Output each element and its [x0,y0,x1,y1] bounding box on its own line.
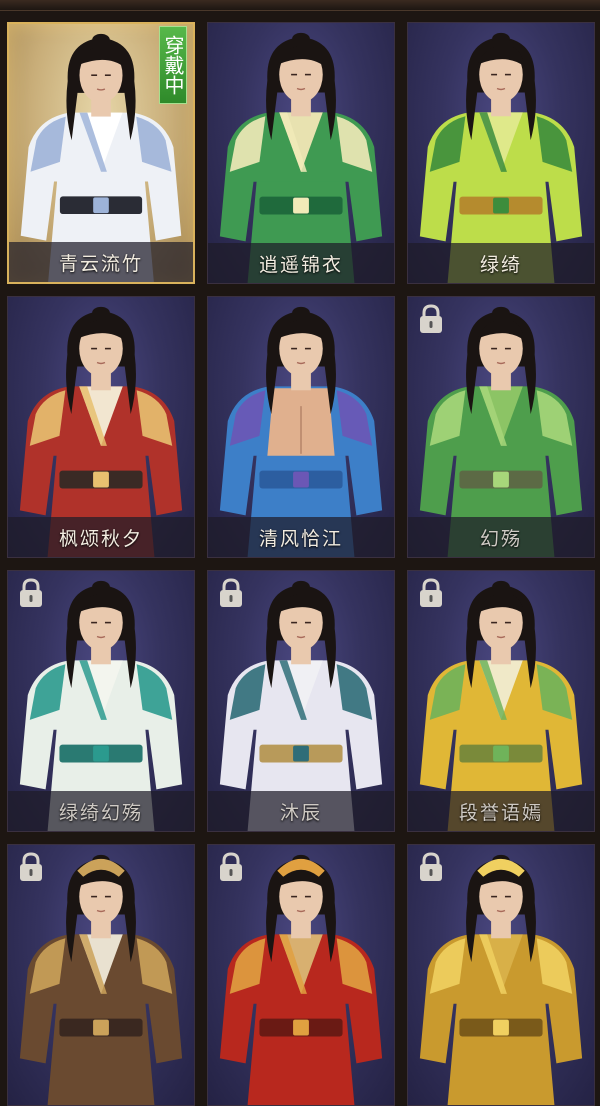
outfit-card[interactable] [207,844,395,1106]
outfit-belt-buckle [293,745,309,762]
outfit-belt-buckle [93,1019,109,1036]
outfit-belt-buckle [293,471,309,488]
lock-icon [220,578,242,607]
outfit-name-bar: 逍遥锦衣 [208,243,394,283]
outfit-belt-buckle [493,1019,509,1036]
outfit-belt-buckle [493,197,509,214]
outfit-belt-buckle [93,471,109,488]
outfit-card[interactable]: 青云流竹 穿戴中 [7,22,195,284]
outfit-robe-lower [47,993,155,1105]
hair-topknot [492,580,510,593]
lock-icon [420,304,442,333]
outfit-card[interactable]: 逍遥锦衣 [207,22,395,284]
character-portrait [19,854,183,1105]
outfit-name: 沐辰 [279,801,322,824]
outfit-belt-buckle [93,197,109,214]
outfit-belt-buckle [493,471,509,488]
outfit-name-bar: 枫颂秋夕 [8,517,194,557]
outfit-card[interactable]: 绿绮幻殇 [7,570,195,832]
hair-topknot [492,32,510,45]
outfit-card[interactable]: 清风恰江 [207,296,395,558]
outfit-name-bar: 清风恰江 [208,517,394,557]
outfit-name-bar: 绿绮 [408,243,594,283]
character-portrait [419,854,583,1105]
outfit-card[interactable]: 沐辰 [207,570,395,832]
outfit-name-bar: 段誉语嫣 [408,791,594,831]
wearing-badge: 穿戴中 [159,26,187,104]
outfit-name: 清风恰江 [258,527,343,550]
outfit-card[interactable] [7,844,195,1106]
outfit-name: 枫颂秋夕 [58,527,143,550]
outfit-name: 绿绮 [479,253,522,276]
outfit-robe-lower [247,993,355,1105]
outfit-name: 绿绮幻殇 [58,801,143,824]
lock-icon [420,578,442,607]
outfit-name-bar: 绿绮幻殇 [8,791,194,831]
outfit-belt-buckle [93,745,109,762]
hair-topknot [292,32,310,45]
character-portrait [219,854,383,1105]
outfit-name-bar: 幻殇 [408,517,594,557]
hair-topknot [292,306,310,319]
lock-icon [220,852,242,881]
outfit-card[interactable]: 幻殇 [407,296,595,558]
outfit-card[interactable] [407,844,595,1106]
hair-topknot [92,580,110,593]
outfit-card[interactable]: 段誉语嫣 [407,570,595,832]
outfit-belt-buckle [293,197,309,214]
outfit-belt-buckle [293,1019,309,1036]
outfit-name: 段誉语嫣 [458,801,543,824]
hair-topknot [492,306,510,319]
hair-topknot [292,580,310,593]
outfit-card[interactable]: 枫颂秋夕 [7,296,195,558]
outfit-card[interactable]: 绿绮 [407,22,595,284]
outfit-name: 幻殇 [479,527,522,550]
outfit-name: 逍遥锦衣 [258,253,343,276]
lock-icon [20,852,42,881]
outfit-name-bar: 青云流竹 [9,242,193,282]
outfit-name: 青云流竹 [58,252,143,275]
hair-topknot [92,306,110,319]
outfit-name-bar: 沐辰 [208,791,394,831]
top-border [0,0,600,11]
hair-topknot [92,33,110,46]
outfit-robe-lower [447,993,555,1105]
outfit-grid: 青云流竹 穿戴中逍遥锦衣 绿绮枫颂秋夕 清风恰江 幻殇绿绮幻殇 沐辰 段誉语嫣 [7,22,595,1106]
outfit-belt-buckle [493,745,509,762]
lock-icon [20,578,42,607]
lock-icon [420,852,442,881]
